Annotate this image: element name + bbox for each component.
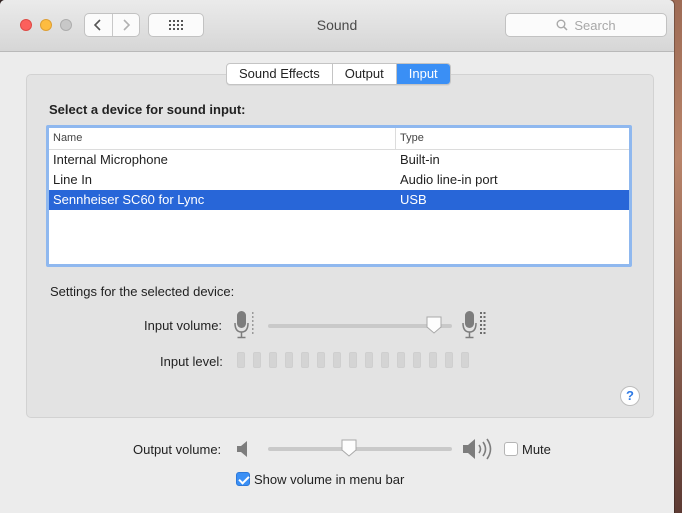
mute-checkbox[interactable] (504, 442, 518, 456)
level-meter-cell (445, 352, 453, 368)
output-volume-slider-track[interactable] (268, 447, 452, 451)
show-volume-menubar-label[interactable]: Show volume in menu bar (254, 472, 404, 487)
level-meter-cell (365, 352, 373, 368)
input-level-meter (237, 352, 469, 368)
title-bar: Sound Search (0, 0, 674, 52)
microphone-low-icon (234, 311, 254, 339)
microphone-high-icon (462, 311, 486, 339)
tab-input[interactable]: Input (395, 64, 450, 84)
mute-label[interactable]: Mute (522, 442, 551, 457)
sound-preferences-window: Sound Search Sound Effects Output Input … (0, 0, 674, 513)
device-name: Line In (53, 172, 93, 187)
device-section-title: Select a device for sound input: (49, 102, 246, 117)
tab-bar: Sound Effects Output Input (226, 63, 451, 85)
table-row[interactable]: Internal Microphone Built-in (49, 150, 629, 170)
level-meter-cell (285, 352, 293, 368)
level-meter-cell (381, 352, 389, 368)
speaker-low-icon (237, 441, 247, 457)
level-meter-cell (349, 352, 357, 368)
level-meter-cell (237, 352, 245, 368)
level-meter-cell (333, 352, 341, 368)
level-meter-cell (269, 352, 277, 368)
show-volume-menubar-checkbox[interactable] (236, 472, 250, 486)
table-row[interactable]: Line In Audio line-in port (49, 170, 629, 190)
device-type: Audio line-in port (400, 172, 498, 187)
search-placeholder: Search (574, 17, 616, 33)
level-meter-cell (397, 352, 405, 368)
search-field[interactable]: Search (505, 13, 667, 37)
table-row-selected[interactable]: Sennheiser SC60 for Lync USB (49, 190, 629, 210)
level-meter-cell (253, 352, 261, 368)
table-header: Name Type (49, 128, 629, 150)
output-volume-label: Output volume: (133, 442, 222, 457)
tab-sound-effects[interactable]: Sound Effects (227, 64, 332, 84)
input-device-table[interactable]: Name Type Internal Microphone Built-in L… (46, 125, 632, 267)
level-meter-cell (429, 352, 437, 368)
device-type: Built-in (400, 152, 440, 167)
input-volume-slider-knob[interactable] (426, 316, 442, 334)
level-meter-cell (413, 352, 421, 368)
search-icon (556, 19, 568, 31)
device-type: USB (400, 192, 427, 207)
column-header-name[interactable]: Name (49, 128, 396, 149)
level-meter-cell (301, 352, 309, 368)
output-volume-slider-knob[interactable] (341, 439, 357, 457)
tab-output[interactable]: Output (331, 64, 396, 84)
help-button[interactable]: ? (620, 386, 640, 406)
device-name: Internal Microphone (53, 152, 168, 167)
input-level-label: Input level: (160, 354, 223, 369)
speaker-high-icon (463, 438, 492, 460)
level-meter-cell (461, 352, 469, 368)
input-volume-label: Input volume: (144, 318, 223, 333)
input-volume-slider-track[interactable] (268, 324, 452, 328)
device-name: Sennheiser SC60 for Lync (53, 192, 205, 207)
settings-label: Settings for the selected device: (50, 284, 235, 299)
column-header-type[interactable]: Type (396, 128, 629, 149)
level-meter-cell (317, 352, 325, 368)
